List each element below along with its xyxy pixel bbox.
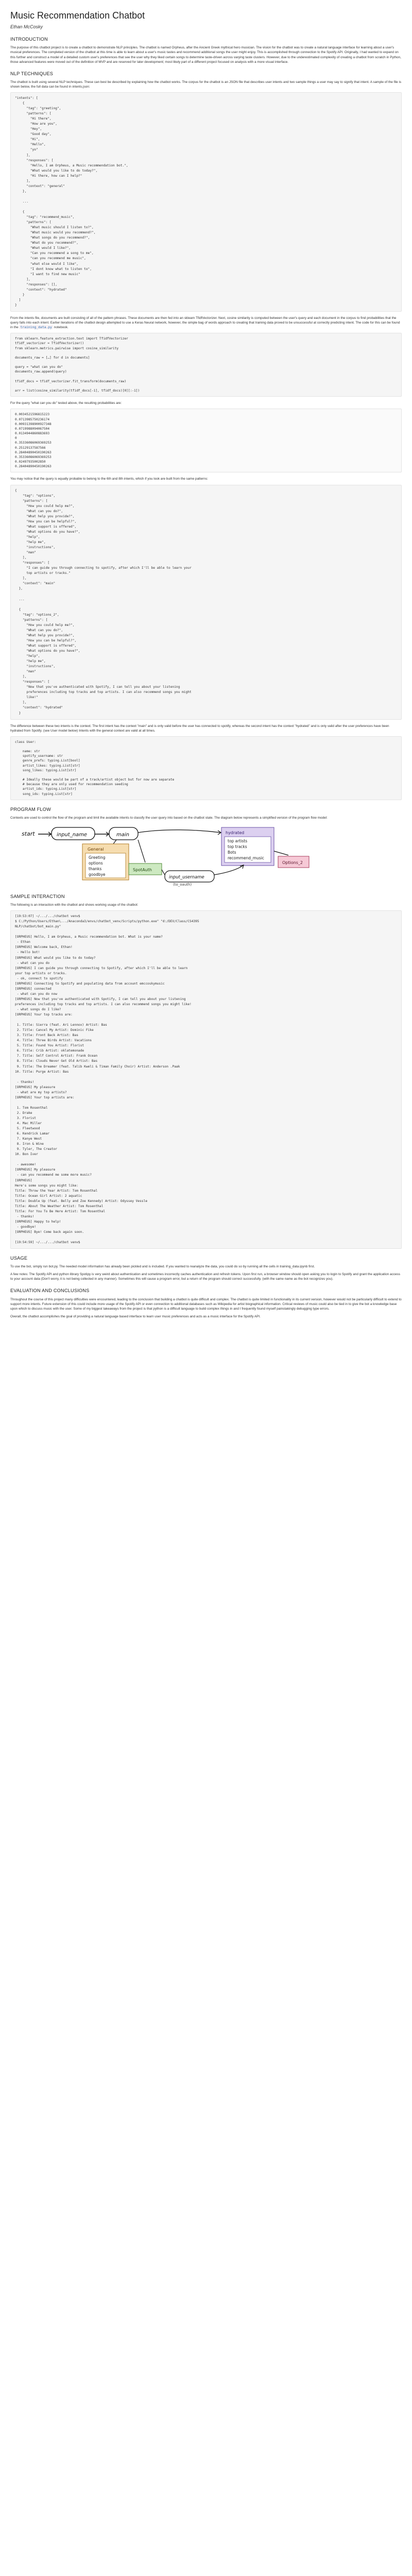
section-heading-program-flow: PROGRAM FLOW	[10, 806, 51, 812]
diagram-start-label: start	[22, 831, 35, 837]
document-page: Music Recommendation Chatbot Ethan McCos…	[0, 0, 412, 1327]
section-heading-evaluation: EVALUATION AND CONCLUSIONS	[10, 1288, 90, 1294]
training-data-link[interactable]: training_data.py	[19, 325, 53, 330]
page-title: Music Recommendation Chatbot	[10, 10, 145, 21]
arrow-main-to-general	[113, 839, 117, 844]
nlp-paragraph-4: You may notice that the query is equally…	[10, 477, 208, 481]
program-flow-svg: start input_name main General Greeting o…	[22, 827, 310, 887]
arrow-main-to-spotauth	[138, 839, 146, 863]
top-tracks-label: top tracks	[228, 844, 247, 849]
evaluation-paragraph-1: Throughout the course of this project ma…	[10, 1297, 402, 1311]
greeting-label: Greeting	[89, 855, 106, 860]
sample-session-block: [19:53:07] ~/.../.../chatbot venv$ $ C:/…	[10, 910, 402, 1249]
section-heading-usage: USAGE	[10, 1256, 28, 1261]
input-username-label: input_username	[169, 875, 204, 880]
usage-paragraph-1: To use the bot, simply run bot.py. The n…	[10, 1265, 315, 1269]
intents-code-block: "intents": [ { "tag": "greeting", "patte…	[10, 92, 402, 312]
usage-paragraph-2: A few notes: The Spotify API and python …	[10, 1273, 400, 1281]
thanks-label: thanks	[89, 867, 101, 871]
top-artists-label: top artists	[228, 839, 247, 843]
program-flow-diagram: start input_name main General Greeting o…	[10, 825, 402, 887]
goodbye-label: goodbye	[89, 872, 106, 877]
section-heading-sample: SAMPLE INTERACTION	[10, 893, 65, 899]
main-label: main	[116, 832, 129, 838]
input-name-label: input_name	[57, 832, 87, 838]
section-heading-introduction: INTRODUCTION	[10, 37, 48, 42]
options-label: options	[89, 861, 103, 866]
author-name: Ethan McCosky	[10, 24, 43, 29]
recommend-music-label: recommend_music	[228, 856, 264, 860]
user-class-code-block: class User: name: str spotify_username: …	[10, 736, 402, 800]
hydrated-label: hydrated	[226, 831, 244, 835]
nlp-paragraph-5: The difference between these two intents…	[10, 724, 389, 733]
arrow-main-to-hydrated	[138, 829, 221, 833]
arrow-hydrated-to-options2	[273, 851, 289, 856]
options-intents-code-block: { "tag": "options", "patterns": [ "How y…	[10, 484, 402, 720]
arrow-spotauth-to-username	[161, 869, 165, 875]
spotauth-label: SpotAuth	[133, 868, 152, 872]
general-label: General	[88, 847, 104, 852]
arrow-username-to-hydrated	[214, 865, 244, 875]
nlp-paragraph-2-text: From the intents file, documents are bui…	[10, 316, 400, 330]
nlp-paragraph-2-end: notebook.	[53, 326, 68, 330]
nlp-paragraph-3: For the query "what can you do" tested a…	[10, 401, 122, 405]
tfidf-code-block: from sklearn.feature_extraction.text imp…	[10, 333, 402, 397]
intro-paragraph: The purpose of this chatbot project is t…	[10, 46, 401, 64]
nlp-paragraph-1: The chatbot is built using several NLP t…	[10, 80, 402, 89]
flow-paragraph: Contexts are used to control the flow of…	[10, 816, 328, 820]
oauth-label: (to_oauth)	[173, 883, 192, 887]
nlp-paragraph-2: From the intents file, documents are bui…	[10, 316, 402, 330]
section-heading-nlp: NLP TECHNIQUES	[10, 71, 54, 76]
sample-paragraph: The following is an interaction with the…	[10, 903, 139, 907]
evaluation-paragraph-2: Overall, the chatbot accomplishes the go…	[10, 1314, 261, 1318]
bots-label: Bots	[228, 850, 236, 855]
options-2-label: Options_2	[282, 860, 303, 865]
probabilities-output-block: 0.0034521596815223 0.0713985750236174 0.…	[10, 409, 402, 473]
